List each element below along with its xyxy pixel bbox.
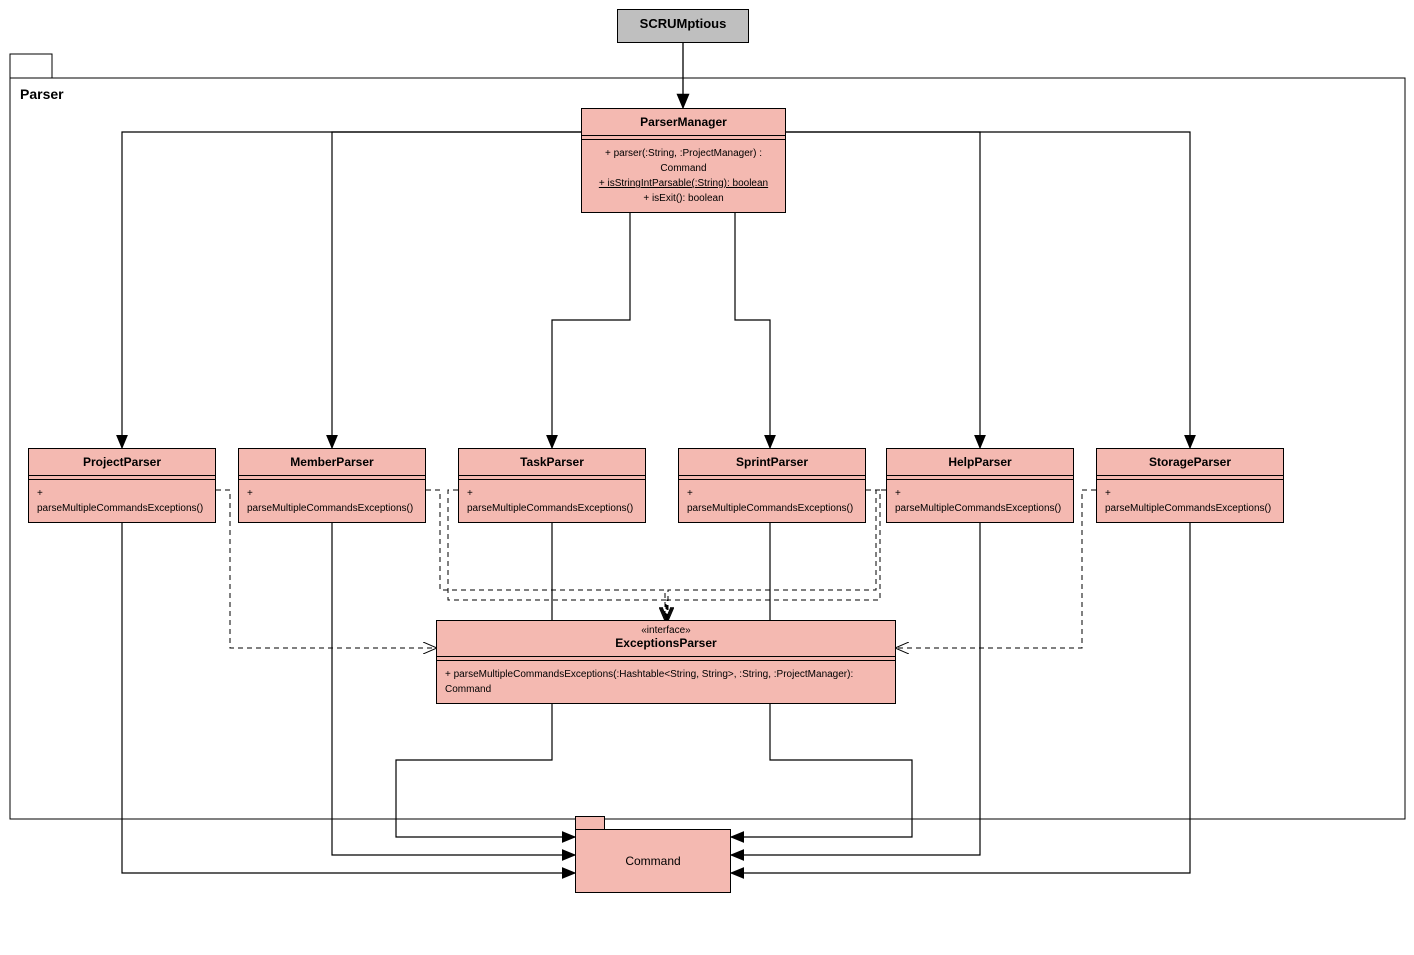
project-parser-class: ProjectParser + parseMultipleCommandsExc…	[28, 448, 216, 523]
package-label: Parser	[20, 86, 64, 102]
storage-parser-method: + parseMultipleCommandsExceptions()	[1097, 480, 1283, 522]
task-parser-class: TaskParser + parseMultipleCommandsExcept…	[458, 448, 646, 523]
storage-parser-name: StorageParser	[1097, 449, 1283, 475]
diagram-canvas: SCRUMptious Parser ParserManager + parse…	[0, 0, 1414, 955]
pm-method2: + isStringIntParsable(:String): boolean	[590, 176, 777, 191]
interface-method: + parseMultipleCommandsExceptions(:Hasht…	[437, 661, 895, 703]
help-parser-method: + parseMultipleCommandsExceptions()	[887, 480, 1073, 522]
pm-method3: + isExit(): boolean	[590, 191, 777, 206]
scrumptious-node: SCRUMptious	[617, 9, 749, 43]
storage-parser-class: StorageParser + parseMultipleCommandsExc…	[1096, 448, 1284, 523]
project-parser-name: ProjectParser	[29, 449, 215, 475]
project-parser-method: + parseMultipleCommandsExceptions()	[29, 480, 215, 522]
task-parser-name: TaskParser	[459, 449, 645, 475]
command-folder-tab	[575, 816, 605, 830]
sprint-parser-class: SprintParser + parseMultipleCommandsExce…	[678, 448, 866, 523]
member-parser-class: MemberParser + parseMultipleCommandsExce…	[238, 448, 426, 523]
interface-stereotype: «interface»	[437, 621, 895, 636]
scrumptious-label: SCRUMptious	[618, 10, 748, 37]
interface-name: ExceptionsParser	[437, 636, 895, 656]
member-parser-method: + parseMultipleCommandsExceptions()	[239, 480, 425, 522]
parser-manager-methods: + parser(:String, :ProjectManager) : Com…	[582, 140, 785, 212]
parser-manager-name: ParserManager	[582, 109, 785, 135]
sprint-parser-name: SprintParser	[679, 449, 865, 475]
member-parser-name: MemberParser	[239, 449, 425, 475]
command-label: Command	[625, 854, 680, 868]
command-folder: Command	[575, 829, 731, 893]
task-parser-method: + parseMultipleCommandsExceptions()	[459, 480, 645, 522]
pm-method1: + parser(:String, :ProjectManager) : Com…	[590, 146, 777, 176]
parser-manager-class: ParserManager + parser(:String, :Project…	[581, 108, 786, 213]
help-parser-name: HelpParser	[887, 449, 1073, 475]
sprint-parser-method: + parseMultipleCommandsExceptions()	[679, 480, 865, 522]
help-parser-class: HelpParser + parseMultipleCommandsExcept…	[886, 448, 1074, 523]
exceptions-parser-interface: «interface» ExceptionsParser + parseMult…	[436, 620, 896, 704]
